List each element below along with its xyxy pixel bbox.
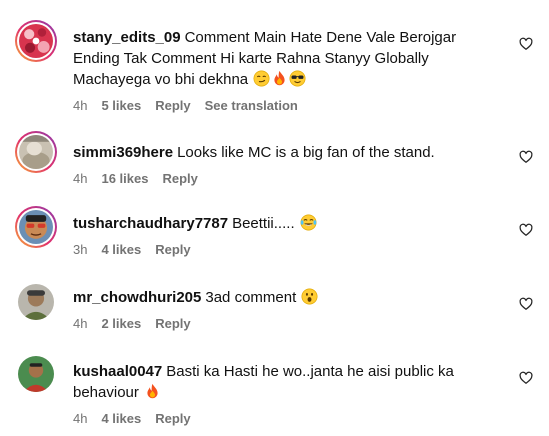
astonished-emoji (301, 288, 318, 305)
smirk-emoji (253, 70, 270, 87)
reply-button[interactable]: Reply (155, 411, 190, 426)
comment-time: 4h (73, 316, 88, 331)
comment-text-block: mr_chowdhuri205 3ad comment (73, 287, 493, 308)
avatar (19, 24, 53, 58)
sunglasses-emoji (289, 70, 306, 87)
comment-time: 4h (73, 411, 88, 426)
reply-button[interactable]: Reply (155, 98, 190, 113)
comment-body: kushaal0047 Basti ka Hasti he wo..janta h… (73, 361, 493, 426)
reply-button[interactable]: Reply (162, 171, 197, 186)
comment-username[interactable]: kushaal0047 (73, 363, 162, 380)
avatar[interactable] (18, 356, 54, 392)
comment-time: 4h (73, 171, 88, 186)
comment-likes-count[interactable]: 4 likes (101, 411, 141, 426)
see-translation-button[interactable]: See translation (205, 98, 298, 113)
comment-body: simmi369here Looks like MC is a big fan o… (73, 142, 493, 186)
fire-emoji (271, 70, 288, 87)
comment-meta: 4h 2 likes Reply (73, 316, 493, 331)
avatar (19, 210, 53, 244)
tears-of-joy-emoji (300, 214, 317, 231)
comment-meta: 4h 4 likes Reply (73, 411, 493, 426)
comment-username[interactable]: simmi369here (73, 144, 173, 161)
comment-text-block: simmi369here Looks like MC is a big fan o… (73, 142, 493, 163)
comment-username[interactable]: stany_edits_09 (73, 29, 181, 46)
heart-outline-icon[interactable] (519, 37, 533, 51)
comment-text-block: tusharchaudhary7787 Beettii..... (73, 213, 493, 234)
avatar-story-ring[interactable] (15, 131, 57, 173)
comment-body: tusharchaudhary7787 Beettii..... 3h 4 like… (73, 213, 493, 257)
comment-text: Looks like MC is a big fan of the stand. (177, 144, 435, 161)
comment-meta: 4h 5 likes Reply See translation (73, 98, 493, 113)
avatar-story-ring[interactable] (15, 206, 57, 248)
comment-username[interactable]: tusharchaudhary7787 (73, 215, 228, 232)
comment-likes-count[interactable]: 2 likes (101, 316, 141, 331)
comment-text-block: kushaal0047 Basti ka Hasti he wo..janta h… (73, 361, 493, 403)
avatar[interactable] (18, 284, 54, 320)
comment-meta: 3h 4 likes Reply (73, 242, 493, 257)
reply-button[interactable]: Reply (155, 316, 190, 331)
avatar-story-ring[interactable] (15, 20, 57, 62)
comment-time: 3h (73, 242, 88, 257)
avatar (19, 135, 53, 169)
comment-meta: 4h 16 likes Reply (73, 171, 493, 186)
heart-outline-icon[interactable] (519, 371, 533, 385)
fire-emoji (144, 383, 161, 400)
comment-likes-count[interactable]: 4 likes (101, 242, 141, 257)
heart-outline-icon[interactable] (519, 223, 533, 237)
reply-button[interactable]: Reply (155, 242, 190, 257)
comment-text: 3ad comment (205, 289, 297, 306)
comment-username[interactable]: mr_chowdhuri205 (73, 289, 201, 306)
comment-likes-count[interactable]: 5 likes (101, 98, 141, 113)
comment-time: 4h (73, 98, 88, 113)
comment-likes-count[interactable]: 16 likes (101, 171, 148, 186)
heart-outline-icon[interactable] (519, 297, 533, 311)
comments-list: stany_edits_09 Comment Main Hate Dene Val… (0, 0, 549, 436)
comment-body: mr_chowdhuri205 3ad comment 4h 2 likes Repl… (73, 287, 493, 331)
comment-text: Beettii..... (232, 215, 295, 232)
heart-outline-icon[interactable] (519, 150, 533, 164)
comment-body: stany_edits_09 Comment Main Hate Dene Val… (73, 27, 493, 113)
comment-text-block: stany_edits_09 Comment Main Hate Dene Val… (73, 27, 493, 90)
